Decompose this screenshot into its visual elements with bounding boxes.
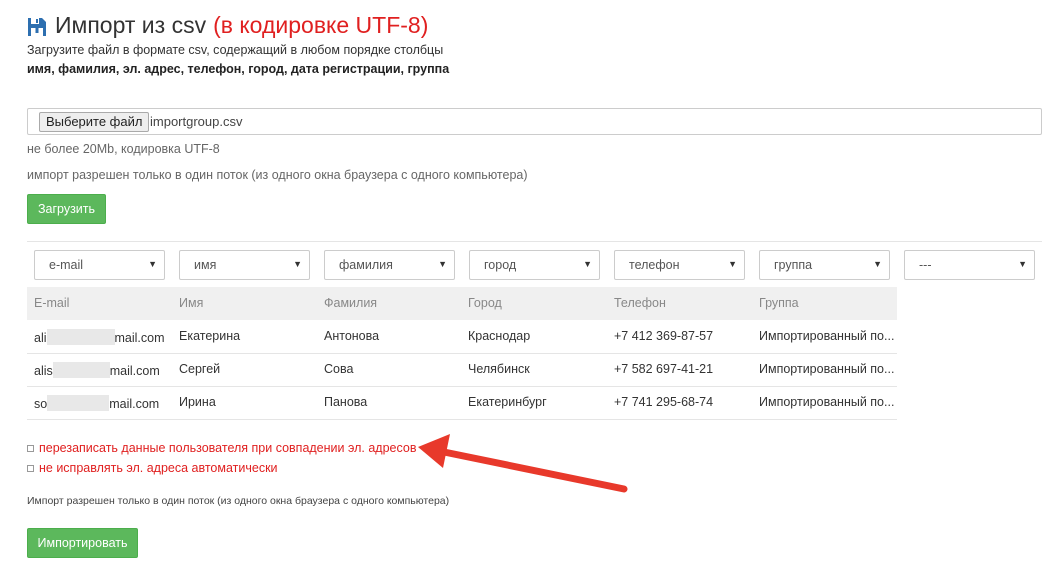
column-select-2[interactable]: имя ▼ <box>179 250 310 280</box>
table-row: alis mail.com Сергей Сова Челябинск +7 58… <box>27 353 897 387</box>
page-header: Импорт из csv (в кодировке UTF-8) <box>27 12 428 39</box>
caret-down-icon: ▼ <box>583 259 592 269</box>
cell-city: Челябинск <box>468 362 530 376</box>
select-value: группа <box>774 258 813 272</box>
file-input[interactable]: Выберите файл importgroup.csv <box>27 108 1042 135</box>
caret-down-icon: ▼ <box>438 259 447 269</box>
overwrite-checkbox[interactable] <box>27 444 34 452</box>
cell-phone: +7 582 697-41-21 <box>614 362 714 376</box>
upload-button[interactable]: Загрузить <box>27 194 106 224</box>
select-value: телефон <box>629 258 680 272</box>
caret-down-icon: ▼ <box>148 259 157 269</box>
column-select-3[interactable]: фамилия ▼ <box>324 250 455 280</box>
cell-email: alis mail.com <box>34 362 160 378</box>
select-value: --- <box>919 258 932 272</box>
cell-first-name: Сергей <box>179 362 221 376</box>
page-title: Импорт из csv <box>55 12 207 38</box>
cell-city: Екатеринбург <box>468 395 547 409</box>
header-city: Город <box>468 296 502 310</box>
red-arrow-annotation <box>418 434 628 493</box>
caret-down-icon: ▼ <box>293 259 302 269</box>
cell-group: Импортированный по... <box>759 395 895 409</box>
header-group: Группа <box>759 296 799 310</box>
caret-down-icon: ▼ <box>728 259 737 269</box>
table-row: so mail.com Ирина Панова Екатеринбург +7 … <box>27 386 897 420</box>
cell-email: so mail.com <box>34 395 160 411</box>
choose-file-button[interactable]: Выберите файл <box>39 112 150 132</box>
cell-last-name: Сова <box>324 362 354 376</box>
required-columns: имя, фамилия, эл. адрес, телефон, город,… <box>27 62 450 76</box>
redaction-block <box>46 329 115 345</box>
page-description: Загрузите файл в формате csv, содержащий… <box>27 43 444 57</box>
table-header: E-mail Имя Фамилия Город Телефон Группа <box>27 287 897 320</box>
floppy-upload-icon <box>28 17 46 36</box>
redaction-block <box>52 362 110 378</box>
column-select-7[interactable]: --- ▼ <box>904 250 1035 280</box>
table-row: ali mail.com Екатерина Антонова Краснодар… <box>27 320 897 354</box>
overwrite-label: перезаписать данные пользователя при сов… <box>39 441 417 455</box>
column-select-5[interactable]: телефон ▼ <box>614 250 745 280</box>
cell-group: Импортированный по... <box>759 329 895 343</box>
no-fix-email-label: не исправлять эл. адреса автоматически <box>39 461 278 475</box>
header-last-name: Фамилия <box>324 296 378 310</box>
redaction-block <box>47 395 110 411</box>
cell-email: ali mail.com <box>34 329 165 345</box>
cell-first-name: Екатерина <box>179 329 241 343</box>
header-email: E-mail <box>34 296 70 310</box>
cell-group: Импортированный по... <box>759 362 895 376</box>
cell-phone: +7 412 369-87-57 <box>614 329 714 343</box>
column-select-4[interactable]: город ▼ <box>469 250 600 280</box>
select-value: фамилия <box>339 258 393 272</box>
cell-city: Краснодар <box>468 329 531 343</box>
cell-last-name: Панова <box>324 395 368 409</box>
no-fix-email-checkbox[interactable] <box>27 464 34 472</box>
select-value: город <box>484 258 517 272</box>
overwrite-option[interactable]: перезаписать данные пользователя при сов… <box>27 441 416 455</box>
no-fix-email-option[interactable]: не исправлять эл. адреса автоматически <box>27 461 278 475</box>
cell-first-name: Ирина <box>179 395 216 409</box>
divider <box>27 241 1042 242</box>
column-select-6[interactable]: группа ▼ <box>759 250 890 280</box>
file-limit-hint: не более 20Mb, кодировка UTF-8 <box>27 142 220 156</box>
page-title-encoding: (в кодировке UTF-8) <box>213 12 429 38</box>
select-value: имя <box>194 258 217 272</box>
caret-down-icon: ▼ <box>1018 259 1027 269</box>
header-phone: Телефон <box>614 296 666 310</box>
thread-hint: импорт разрешен только в один поток (из … <box>27 168 528 182</box>
cell-phone: +7 741 295-68-74 <box>614 395 714 409</box>
column-select-1[interactable]: e-mail ▼ <box>34 250 165 280</box>
cell-last-name: Антонова <box>324 329 380 343</box>
select-value: e-mail <box>49 258 84 272</box>
caret-down-icon: ▼ <box>873 259 882 269</box>
import-button[interactable]: Импортировать <box>27 528 138 558</box>
header-first-name: Имя <box>179 296 204 310</box>
selected-file-name: importgroup.csv <box>150 114 243 129</box>
footer-note: Импорт разрешен только в один поток (из … <box>27 495 450 507</box>
